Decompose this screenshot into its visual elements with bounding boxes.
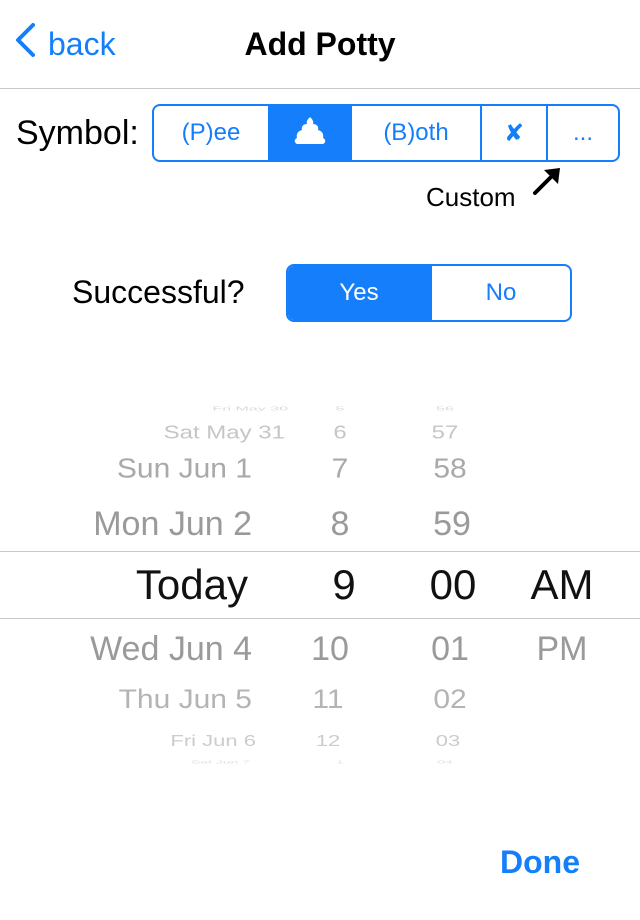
picker-minute-row[interactable]: 02 (420, 686, 480, 714)
picker-minute-row[interactable]: 03 (418, 733, 478, 748)
symbol-segmented-control: (P)ee (B)oth ✘ ... (152, 104, 620, 162)
symbol-option-poop[interactable] (268, 106, 350, 160)
picker-minute-row[interactable]: 04 (415, 760, 475, 764)
done-button[interactable]: Done (500, 842, 580, 882)
successful-no-label: No (485, 279, 517, 306)
picker-hour-row[interactable]: 11 (298, 686, 358, 714)
picker-date-row[interactable]: Fri Jun 6 (170, 733, 256, 748)
symbol-option-none[interactable]: ✘ (480, 106, 546, 160)
picker-ampm-row[interactable]: PM (520, 632, 604, 666)
picker-hour-row[interactable]: 5 (310, 406, 370, 412)
picker-minute-row[interactable]: 01 (420, 632, 480, 666)
picker-hour-row[interactable]: 6 (310, 424, 370, 442)
picker-minute-row[interactable]: 58 (420, 455, 480, 483)
picker-date-row[interactable]: Sun Jun 1 (117, 455, 252, 483)
poop-icon (293, 115, 327, 152)
picker-minute-row[interactable]: 57 (415, 424, 475, 442)
cross-icon: ✘ (503, 119, 525, 147)
picker-ampm-selected[interactable]: AM (520, 564, 604, 606)
symbol-label: Symbol: (16, 114, 139, 152)
picker-date-row[interactable]: Wed Jun 4 (90, 632, 252, 666)
symbol-option-custom[interactable]: ... (546, 106, 618, 160)
picker-date-row[interactable]: Sat May 31 (164, 424, 285, 442)
successful-label: Successful? (72, 274, 245, 310)
picker-date-selected[interactable]: Today (136, 564, 248, 606)
picker-minute-row[interactable]: 56 (415, 406, 475, 412)
arrow-up-right-icon (530, 164, 564, 203)
date-time-picker[interactable]: Fri May 30 Sat May 31 Sun Jun 1 Mon Jun … (0, 405, 640, 765)
picker-minute-row[interactable]: 59 (422, 507, 482, 541)
symbol-option-both-label: (B)oth (383, 119, 449, 146)
picker-date-row[interactable]: Sat Jun 7 (191, 760, 250, 764)
picker-minute-selected[interactable]: 00 (418, 564, 488, 606)
picker-hour-row[interactable]: 1 (310, 760, 370, 764)
custom-hint-label: Custom (426, 182, 516, 212)
symbol-option-pee[interactable]: (P)ee (154, 106, 268, 160)
successful-option-yes[interactable]: Yes (288, 266, 430, 320)
picker-hour-selected[interactable]: 9 (314, 564, 374, 606)
picker-date-row[interactable]: Fri May 30 (212, 406, 288, 412)
picker-hour-row[interactable]: 10 (300, 632, 360, 666)
picker-hour-row[interactable]: 12 (298, 733, 358, 748)
picker-date-row[interactable]: Mon Jun 2 (93, 507, 252, 541)
page-title: Add Potty (244, 26, 396, 62)
symbol-option-pee-label: (P)ee (181, 119, 241, 146)
successful-option-no[interactable]: No (430, 266, 570, 320)
picker-hour-row[interactable]: 8 (310, 507, 370, 541)
ellipsis-icon: ... (572, 119, 593, 146)
successful-segmented-control: Yes No (286, 264, 572, 322)
picker-date-row[interactable]: Thu Jun 5 (119, 686, 252, 714)
successful-yes-label: Yes (339, 279, 379, 306)
picker-hour-row[interactable]: 7 (310, 455, 370, 483)
navigation-bar: back Add Potty (0, 0, 640, 89)
symbol-option-both[interactable]: (B)oth (350, 106, 480, 160)
